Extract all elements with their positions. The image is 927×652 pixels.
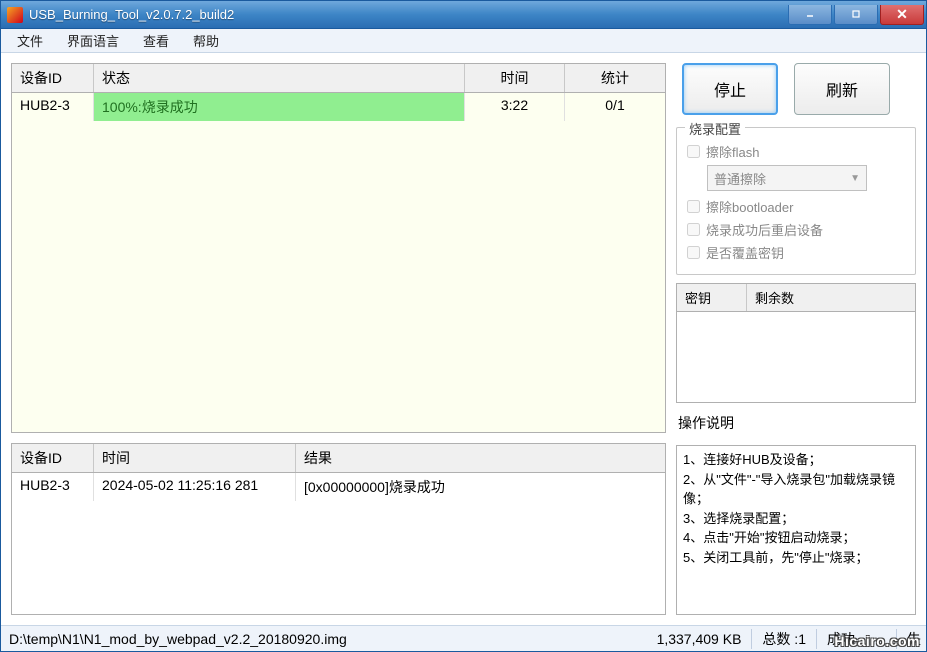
cell-stat: 0/1 [565,93,665,121]
app-icon [7,7,23,23]
col-device-id[interactable]: 设备ID [12,64,94,92]
status-total-label: 总数 : [762,631,798,647]
cell-time: 3:22 [465,93,565,121]
cell2-time: 2024-05-02 11:25:16 281 [94,473,296,501]
cell2-device-id: HUB2-3 [12,473,94,501]
content-area: 设备ID 状态 时间 统计 HUB2-3 100%:烧录成功 3:22 0/1 [1,53,926,625]
status-total: 总数 :1 [751,629,816,649]
col-time[interactable]: 时间 [465,64,565,92]
erase-bootloader-label: 擦除bootloader [706,197,793,216]
menubar: 文件 界面语言 查看 帮助 [1,29,926,53]
device-status-grid[interactable]: 设备ID 状态 时间 统计 HUB2-3 100%:烧录成功 3:22 0/1 [11,63,666,433]
burn-config-group: 烧录配置 擦除flash 普通擦除 ▼ 擦除bootloader 烧录成功后重启… [676,127,916,275]
table-row[interactable]: HUB2-3 2024-05-02 11:25:16 281 [0x000000… [12,473,665,501]
reboot-after-label: 烧录成功后重启设备 [706,220,823,239]
maximize-button[interactable] [834,5,878,25]
ops-title: 操作说明 [678,413,914,433]
ops-step-2: 2、从"文件"-"导入烧录包"加载烧录镜像； [683,470,909,509]
col-key[interactable]: 密钥 [677,284,747,311]
refresh-button[interactable]: 刷新 [794,63,890,115]
menu-file[interactable]: 文件 [7,29,53,52]
cell-status: 100%:烧录成功 [94,93,465,121]
minimize-button[interactable] [788,5,832,25]
cell-device-id: HUB2-3 [12,93,94,121]
key-grid[interactable]: 密钥 剩余数 [676,283,916,403]
col-remain[interactable]: 剩余数 [747,284,915,311]
stop-button[interactable]: 停止 [682,63,778,115]
table-row[interactable]: HUB2-3 100%:烧录成功 3:22 0/1 [12,93,665,121]
col2-result[interactable]: 结果 [296,444,665,472]
status-size: 1,337,409 KB [611,631,751,647]
ops-step-5: 5、关闭工具前，先"停止"烧录； [683,548,909,568]
erase-flash-checkbox[interactable] [687,145,700,158]
reboot-after-checkbox[interactable] [687,223,700,236]
close-button[interactable]: ✕ [880,5,924,25]
col-status[interactable]: 状态 [94,64,465,92]
burn-config-title: 烧录配置 [685,119,745,138]
status-path: D:\temp\N1\N1_mod_by_webpad_v2.2_2018092… [1,631,611,647]
ops-instructions: 1、连接好HUB及设备； 2、从"文件"-"导入烧录包"加载烧录镜像； 3、选择… [676,445,916,615]
menu-help[interactable]: 帮助 [183,29,229,52]
menu-view[interactable]: 查看 [133,29,179,52]
menu-language[interactable]: 界面语言 [57,29,129,52]
window-title: USB_Burning_Tool_v2.0.7.2_build2 [29,7,234,22]
ops-step-1: 1、连接好HUB及设备； [683,450,909,470]
statusbar: D:\temp\N1\N1_mod_by_webpad_v2.2_2018092… [1,625,926,651]
erase-mode-select[interactable]: 普通擦除 ▼ [707,165,867,191]
col2-time[interactable]: 时间 [94,444,296,472]
status-total-value: 1 [798,631,806,647]
watermark: Hicairo.com [834,633,920,649]
ops-step-4: 4、点击"开始"按钮启动烧录； [683,528,909,548]
overwrite-key-checkbox[interactable] [687,246,700,259]
col-stat[interactable]: 统计 [565,64,665,92]
titlebar: USB_Burning_Tool_v2.0.7.2_build2 ✕ [1,1,926,29]
erase-flash-label: 擦除flash [706,142,759,161]
ops-step-3: 3、选择烧录配置； [683,509,909,529]
col2-device-id[interactable]: 设备ID [12,444,94,472]
chevron-down-icon: ▼ [850,173,860,184]
erase-mode-value: 普通擦除 [714,169,766,188]
overwrite-key-label: 是否覆盖密钥 [706,243,784,262]
cell2-result: [0x00000000]烧录成功 [296,473,665,501]
log-grid[interactable]: 设备ID 时间 结果 HUB2-3 2024-05-02 11:25:16 28… [11,443,666,615]
erase-bootloader-checkbox[interactable] [687,200,700,213]
